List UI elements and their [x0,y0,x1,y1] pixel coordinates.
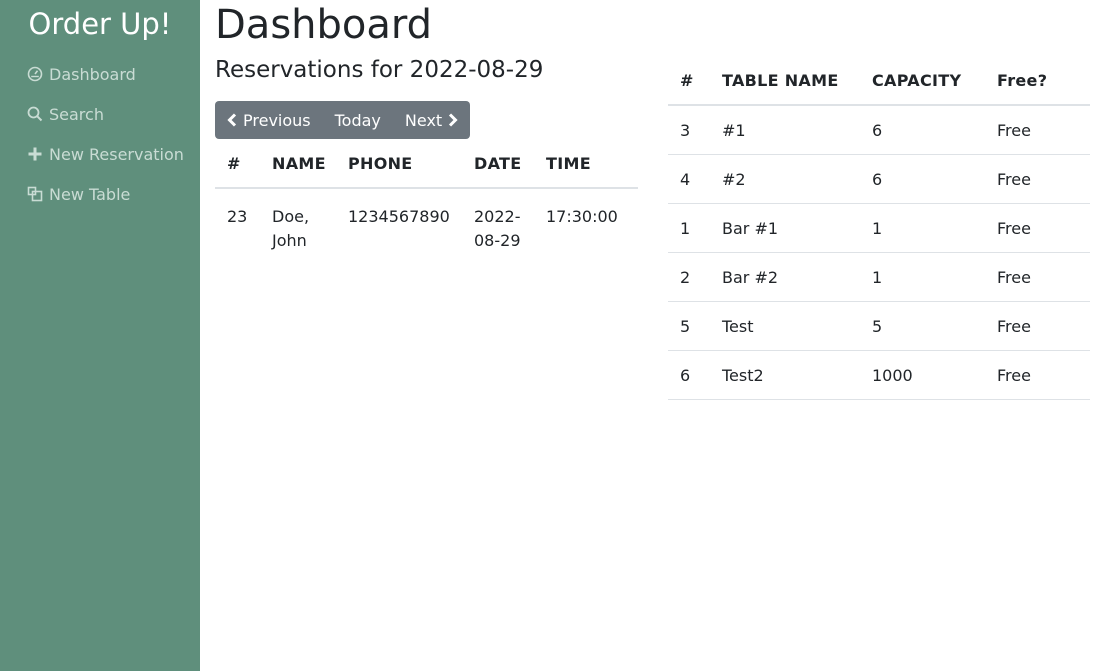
reservation-date: 2022-08-29 [474,207,521,250]
reservation-name: Doe, John [272,207,310,250]
table-id: 1 [668,203,710,253]
table-capacity: 6 [860,105,985,155]
previous-label: Previous [243,110,311,130]
table-row[interactable]: 3 #1 6 Free [668,105,1090,155]
table-status: Free [985,252,1090,302]
table-capacity: 1 [860,252,985,302]
next-label: Next [404,110,443,130]
chevron-right-icon [448,113,458,127]
table-capacity: 5 [860,301,985,351]
table-header-row: # TABLE NAME CAPACITY Free? [668,57,1090,106]
reservations-table: # NAME PHONE DATE TIME 23 Doe, John 1234… [215,140,638,258]
table-name: #2 [710,154,860,204]
column-header-date: DATE [462,140,534,189]
page-subtitle: Reservations for 2022-08-29 [215,57,544,83]
table-name: Test2 [710,350,860,400]
sidebar-item-new-table[interactable]: New Table [0,174,200,214]
sidebar-item-new-reservation[interactable]: New Reservation [0,134,200,174]
table-capacity: 1 [860,203,985,253]
reservation-phone: 1234567890 [348,207,450,226]
table-id: 6 [668,350,710,400]
reservation-id: 23 [227,207,248,226]
main-content: Dashboard Reservations for 2022-08-29 Pr… [215,0,1095,671]
search-icon [27,106,43,122]
column-header-table-name: TABLE NAME [710,57,860,106]
table-id: 4 [668,154,710,204]
table-icon [27,186,43,202]
column-header-time: TIME [534,140,638,189]
table-capacity: 1000 [860,350,985,400]
sidebar-item-label: Search [49,104,104,124]
previous-button[interactable]: Previous [215,101,323,139]
table-header-row: # NAME PHONE DATE TIME [215,140,638,189]
table-id: 3 [668,105,710,155]
table-status: Free [985,105,1090,155]
table-name: #1 [710,105,860,155]
table-status: Free [985,350,1090,400]
column-header-phone: PHONE [336,140,462,189]
sidebar-item-dashboard[interactable]: Dashboard [0,54,200,94]
sidebar-item-label: New Table [49,184,131,204]
table-capacity: 6 [860,154,985,204]
sidebar: Order Up! Dashboard Search New Reservati… [0,0,200,671]
column-header-name: NAME [260,140,336,189]
chevron-left-icon [227,113,237,127]
brand-logo[interactable]: Order Up! [0,0,200,50]
next-button[interactable]: Next [393,101,470,139]
table-name: Test [710,301,860,351]
page-title: Dashboard [215,2,433,48]
tables-table: # TABLE NAME CAPACITY Free? 3 #1 6 Free … [668,57,1090,400]
table-row[interactable]: 5 Test 5 Free [668,301,1090,351]
plus-icon [27,146,43,162]
today-label: Today [334,110,381,130]
table-row[interactable]: 6 Test2 1000 Free [668,350,1090,400]
date-navigation: Previous Today Next [215,101,471,139]
table-status: Free [985,154,1090,204]
sidebar-nav: Dashboard Search New Reservation New Tab… [0,54,200,214]
dashboard-icon [27,66,43,82]
table-id: 2 [668,252,710,302]
today-button[interactable]: Today [323,101,393,139]
sidebar-item-label: Dashboard [49,64,136,84]
column-header-free: Free? [985,57,1090,106]
column-header-id: # [215,140,260,189]
table-name: Bar #1 [710,203,860,253]
sidebar-item-search[interactable]: Search [0,94,200,134]
column-header-capacity: CAPACITY [860,57,985,106]
table-status: Free [985,203,1090,253]
column-header-id: # [668,57,710,106]
table-status: Free [985,301,1090,351]
table-id: 5 [668,301,710,351]
table-row[interactable]: 4 #2 6 Free [668,154,1090,204]
sidebar-item-label: New Reservation [49,144,184,164]
table-row[interactable]: 1 Bar #1 1 Free [668,203,1090,253]
table-row[interactable]: 23 Doe, John 1234567890 2022-08-29 17:30… [215,188,638,258]
reservation-time: 17:30:00 [546,207,618,226]
table-row[interactable]: 2 Bar #2 1 Free [668,252,1090,302]
table-name: Bar #2 [710,252,860,302]
